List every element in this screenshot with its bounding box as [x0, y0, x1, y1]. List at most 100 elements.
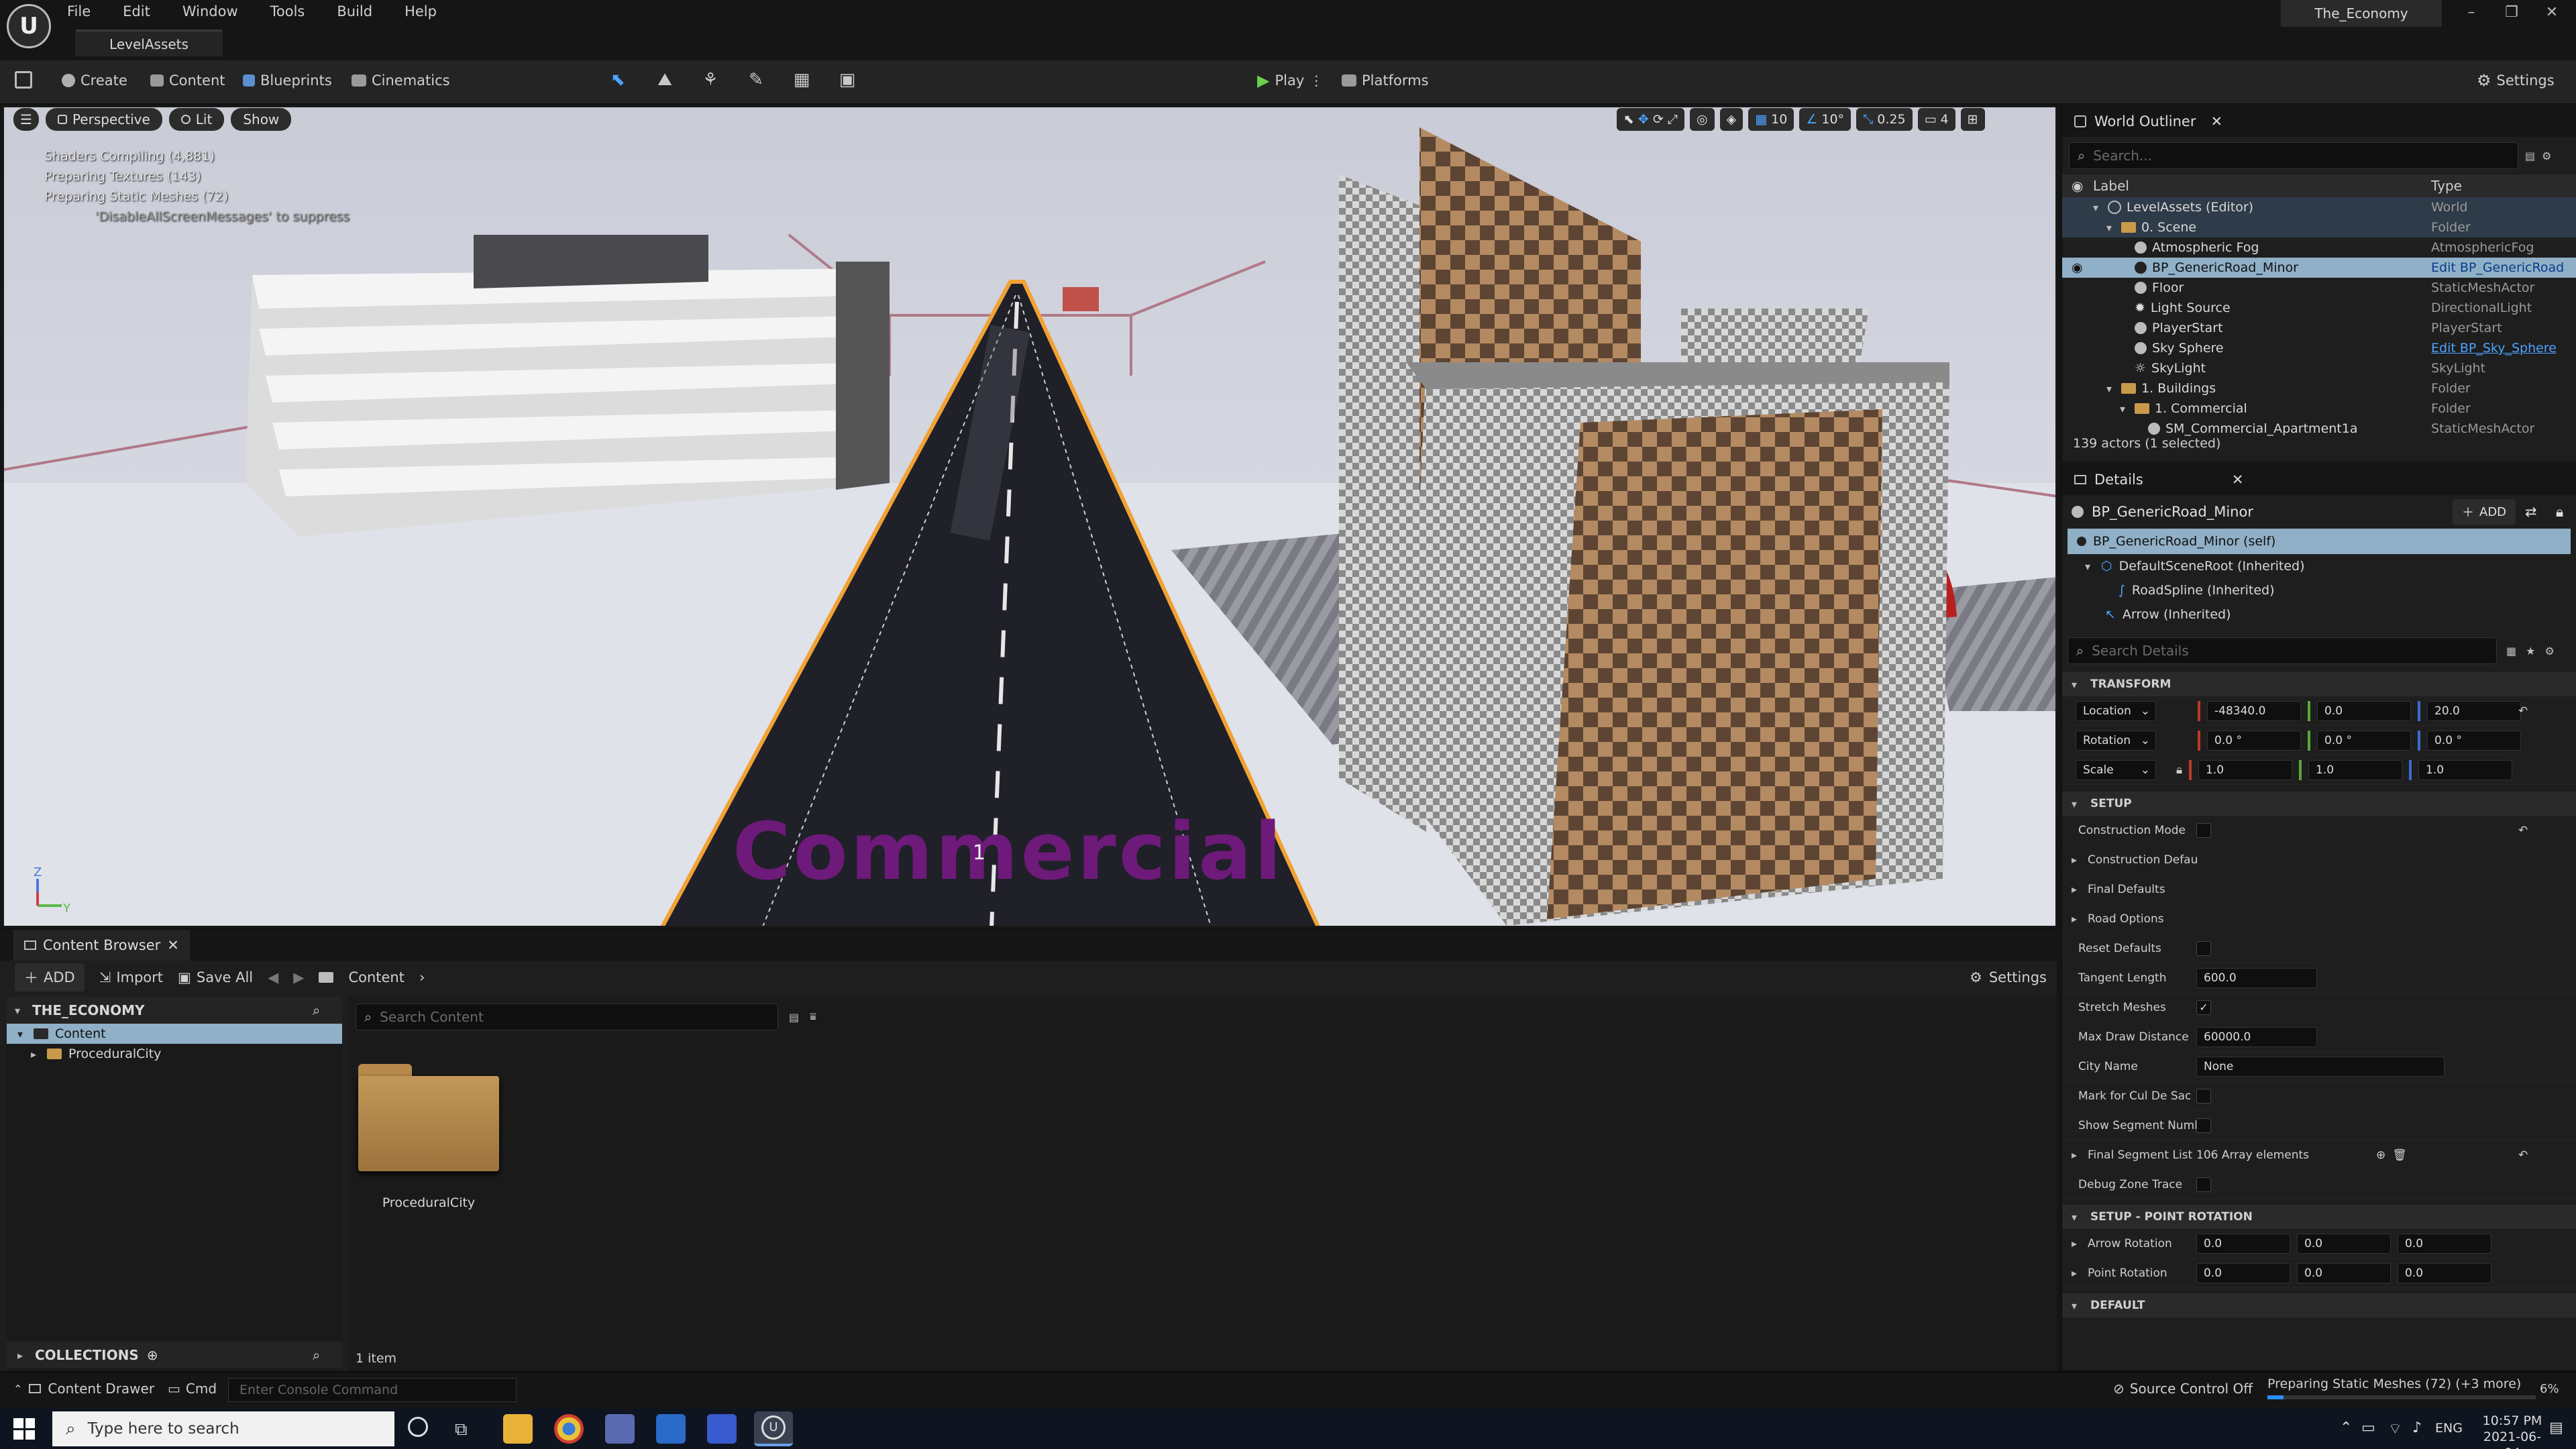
- tangent-length-field[interactable]: 600.0: [2196, 967, 2317, 988]
- close-tab-icon[interactable]: ✕: [2232, 472, 2244, 488]
- show-segment-number-checkbox[interactable]: [2196, 1118, 2211, 1133]
- menu-edit[interactable]: Edit: [123, 1, 150, 22]
- grid-snap-button[interactable]: ▦ 10: [1748, 108, 1794, 131]
- rotation-z-field[interactable]: 0.0 °: [2427, 730, 2521, 751]
- menu-tools[interactable]: Tools: [270, 1, 305, 22]
- reset-defaults-checkbox[interactable]: [2196, 941, 2211, 956]
- save-icon[interactable]: [15, 71, 32, 89]
- import-button[interactable]: ⇲ Import: [99, 969, 163, 985]
- tree-item-content[interactable]: ▾ Content: [7, 1024, 342, 1044]
- task-view-icon[interactable]: ⧉: [455, 1419, 468, 1440]
- component-self-row[interactable]: BP_GenericRoad_Minor (self): [2068, 529, 2571, 554]
- history-forward-icon[interactable]: ▶: [293, 969, 304, 985]
- location-z-field[interactable]: 20.0: [2427, 700, 2521, 721]
- setup-section-header[interactable]: ▾ SETUP: [2062, 792, 2576, 816]
- close-tab-icon[interactable]: ✕: [167, 937, 179, 953]
- scale-y-field[interactable]: 1.0: [2308, 759, 2403, 780]
- select-mode-icon[interactable]: ⬉: [606, 68, 629, 91]
- favorites-star-icon[interactable]: ★: [2526, 645, 2535, 657]
- settings-button[interactable]: ⚙ Settings: [2477, 67, 2555, 94]
- component-row[interactable]: ∫ RoadSpline (Inherited): [2062, 578, 2576, 602]
- component-row[interactable]: ▾ ⬡ DefaultSceneRoot (Inherited): [2062, 554, 2576, 578]
- world-outliner-tab[interactable]: World Outliner ✕: [2062, 106, 2576, 137]
- camera-speed-button[interactable]: ▭ 4: [1917, 108, 1955, 131]
- outliner-row[interactable]: ▾ 1. Buildings Folder: [2062, 378, 2576, 398]
- breadcrumb-content[interactable]: Content: [348, 969, 405, 985]
- asset-tile-proceduralcity[interactable]: [358, 1064, 499, 1171]
- file-explorer-icon[interactable]: [503, 1414, 533, 1444]
- outliner-row[interactable]: ▾ 1. Commercial Folder: [2062, 398, 2576, 419]
- network-icon[interactable]: ▭: [2361, 1419, 2375, 1436]
- outliner-row[interactable]: ▾ LevelAssets (Editor) World: [2062, 197, 2576, 217]
- point-rotation-y-field[interactable]: 0.0: [2297, 1263, 2391, 1283]
- rotation-dropdown[interactable]: Rotation ⌄: [2076, 730, 2156, 751]
- outliner-row[interactable]: ▾ 0. Scene Folder: [2062, 217, 2576, 237]
- search-icon[interactable]: ⌕: [313, 1002, 320, 1018]
- outliner-search-input[interactable]: ⌕ Search...: [2069, 142, 2518, 169]
- landscape-mode-icon[interactable]: ⛰: [653, 68, 676, 91]
- viewport-menu-button[interactable]: ☰: [13, 108, 39, 131]
- project-root-header[interactable]: ▾ THE_ECONOMY ⌕: [7, 997, 342, 1024]
- mark-cul-de-sac-checkbox[interactable]: [2196, 1088, 2211, 1104]
- outliner-row[interactable]: Sky Sphere Edit BP_Sky_Sphere: [2062, 338, 2576, 358]
- reset-icon[interactable]: ↶: [2518, 704, 2528, 718]
- expand-icon[interactable]: ▾: [2106, 382, 2116, 395]
- arrow-rotation-y-field[interactable]: 0.0: [2297, 1233, 2391, 1254]
- final-defaults-row[interactable]: ▸ Final Defaults: [2062, 875, 2576, 904]
- level-document-tab[interactable]: LevelAssets: [75, 30, 223, 56]
- reset-icon[interactable]: ↶: [2518, 1148, 2528, 1162]
- add-component-button[interactable]: ＋ ADD: [2453, 499, 2516, 525]
- taskbar-search-input[interactable]: ⌕ Type here to search: [52, 1411, 394, 1446]
- rotation-y-field[interactable]: 0.0 °: [2317, 730, 2411, 751]
- details-settings-icon[interactable]: ⚙: [2544, 645, 2554, 657]
- location-x-field[interactable]: -48340.0: [2207, 700, 2301, 721]
- show-hidden-icons-icon[interactable]: ⌃: [2340, 1419, 2352, 1436]
- scale-tool-icon[interactable]: ⤢: [1668, 112, 1678, 127]
- label-column-header[interactable]: Label: [2093, 178, 2129, 194]
- cortana-icon[interactable]: [408, 1417, 428, 1437]
- outliner-settings-icon[interactable]: ⚙: [2542, 150, 2551, 162]
- outliner-row[interactable]: ✹ Light Source DirectionalLight: [2062, 298, 2576, 318]
- show-button[interactable]: Show: [231, 108, 292, 131]
- details-tab[interactable]: Details ✕: [2062, 464, 2576, 495]
- debug-zone-trace-checkbox[interactable]: [2196, 1177, 2211, 1192]
- blueprints-button[interactable]: Blueprints: [243, 67, 332, 94]
- reset-icon[interactable]: ↶: [2518, 824, 2528, 837]
- notifications-icon[interactable]: ▤: [2549, 1419, 2563, 1436]
- console-command-input[interactable]: Enter Console Command: [228, 1378, 517, 1402]
- outliner-row[interactable]: Floor StaticMeshActor: [2062, 278, 2576, 298]
- lock-icon[interactable]: 🔒︎: [2556, 504, 2563, 521]
- edit-sky-sphere-link[interactable]: Edit BP_Sky_Sphere: [2431, 341, 2557, 356]
- create-button[interactable]: Create: [62, 67, 127, 94]
- translate-tool-icon[interactable]: ✥: [1638, 112, 1649, 127]
- viewport-layout-button[interactable]: ⊞: [1960, 108, 1985, 131]
- menu-help[interactable]: Help: [405, 1, 437, 22]
- default-section-header[interactable]: ▾ DEFAULT: [2062, 1293, 2576, 1318]
- close-tab-icon[interactable]: ✕: [2210, 113, 2222, 129]
- rotation-snap-button[interactable]: ∠ 10°: [1799, 108, 1851, 131]
- filter-icon[interactable]: ⩸: [810, 1010, 816, 1024]
- perspective-button[interactable]: Perspective: [45, 108, 162, 131]
- city-name-field[interactable]: None: [2196, 1056, 2445, 1077]
- progress-label[interactable]: Preparing Static Meshes (72) (+3 more): [2267, 1377, 2521, 1391]
- lit-button[interactable]: Lit: [168, 108, 225, 131]
- add-asset-button[interactable]: ＋ ADD: [15, 963, 85, 991]
- menu-window[interactable]: Window: [182, 1, 238, 22]
- breadcrumb-chevron-icon[interactable]: ›: [419, 969, 425, 985]
- add-collection-icon[interactable]: ⊕: [147, 1347, 158, 1363]
- tree-item-proceduralcity[interactable]: ▸ ProceduralCity: [7, 1044, 342, 1064]
- minimize-icon[interactable]: –: [2458, 4, 2485, 24]
- menu-file[interactable]: File: [67, 1, 91, 22]
- windows-start-icon[interactable]: [13, 1418, 35, 1440]
- maximize-icon[interactable]: ❐: [2498, 4, 2525, 24]
- scale-z-field[interactable]: 1.0: [2418, 759, 2513, 780]
- save-all-button[interactable]: ▣ Save All: [178, 969, 253, 985]
- rotate-tool-icon[interactable]: ⟳: [1653, 112, 1664, 127]
- level-viewport[interactable]: Commercial 1 Z Y: [3, 106, 2057, 927]
- visual-studio-icon[interactable]: [707, 1414, 737, 1444]
- max-draw-distance-field[interactable]: 60000.0: [2196, 1026, 2317, 1047]
- expand-icon[interactable]: ▸: [2072, 1267, 2081, 1279]
- filter-icon[interactable]: ▤: [2525, 150, 2535, 162]
- rotation-x-field[interactable]: 0.0 °: [2207, 730, 2301, 751]
- construction-mode-checkbox[interactable]: [2196, 822, 2211, 838]
